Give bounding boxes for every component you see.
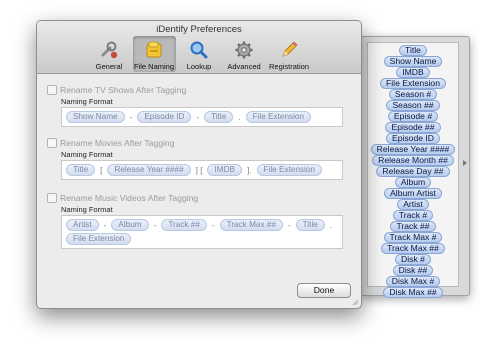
format-separator: ] [ (195, 165, 203, 175)
format-token[interactable]: Track Max ## (219, 219, 283, 231)
rename-tv-shows-label: Rename TV Shows After Tagging (60, 85, 187, 95)
magnifier-icon (190, 41, 208, 59)
tab-general[interactable]: General (88, 36, 131, 72)
palette-token[interactable]: Track # (392, 210, 434, 221)
rename-music-videos-label: Rename Music Videos After Tagging (60, 193, 199, 203)
palette-token[interactable]: Episode ID (385, 133, 441, 144)
palette-token[interactable]: Episode # (387, 111, 439, 122)
token-drawer: Title Show Name IMDB File Extension Season #… (360, 36, 470, 298)
music-videos-naming-format-field[interactable]: Artist - Album - Track ## - Track Max ## - Title… (61, 215, 343, 249)
naming-format-caption: Naming Format (61, 150, 113, 159)
rename-movies-checkbox[interactable] (47, 138, 57, 148)
tab-label: Advanced (227, 62, 261, 71)
palette-token[interactable]: File Extension (380, 78, 446, 89)
rename-movies-label: Rename Movies After Tagging (60, 138, 175, 148)
format-separator: ]. (246, 165, 252, 175)
tab-file-naming[interactable]: File Naming (132, 36, 176, 72)
preferences-window: iDentify Preferences General File Naming (36, 20, 362, 309)
format-separator: - (129, 112, 133, 122)
naming-format-caption: Naming Format (61, 97, 113, 106)
tab-lookup[interactable]: Lookup (178, 36, 221, 72)
palette-token[interactable]: IMDB (396, 67, 430, 78)
format-token[interactable]: Track ## (161, 219, 207, 231)
tab-registration[interactable]: Registration (268, 36, 311, 72)
format-separator: [ (100, 165, 103, 175)
done-button[interactable]: Done (297, 283, 351, 298)
pencil-icon (282, 41, 298, 57)
format-token[interactable]: Title (66, 164, 96, 176)
format-separator: - (287, 220, 291, 230)
folder-icon (146, 41, 162, 58)
drawer-resize-handle[interactable] (462, 42, 468, 287)
palette-token[interactable]: Artist (397, 199, 429, 210)
rename-music-videos-checkbox[interactable] (47, 193, 57, 203)
tv-naming-format-field[interactable]: Show Name - Episode ID - Title. File Extensio… (61, 107, 343, 127)
format-token[interactable]: Title (204, 111, 234, 123)
format-token[interactable]: File Extension (245, 111, 312, 123)
music-videos-section: Rename Music Videos After Tagging Naming… (47, 192, 349, 249)
palette-token[interactable]: Release Month ## (372, 155, 454, 166)
gear-icon (235, 41, 253, 59)
palette-token[interactable]: Show Name (383, 56, 443, 67)
palette-token[interactable]: Season # (388, 89, 438, 100)
palette-token[interactable]: Album Artist (384, 188, 442, 199)
tab-label: General (95, 62, 123, 71)
format-separator: . (238, 112, 241, 122)
movies-section: Rename Movies After Tagging Naming Forma… (47, 137, 349, 180)
palette-token[interactable]: Disk Max # (385, 276, 441, 287)
palette-token[interactable]: Album (394, 177, 432, 188)
wrench-icon (101, 41, 118, 59)
format-separator: - (153, 220, 157, 230)
palette-token[interactable]: Disk ## (392, 265, 434, 276)
tab-label: Registration (268, 62, 310, 71)
palette-token[interactable]: Track ## (390, 221, 436, 232)
format-token[interactable]: Album (111, 219, 149, 231)
palette-token[interactable]: Disk Max ## (383, 287, 443, 298)
format-separator: . (329, 220, 333, 230)
palette-token[interactable]: Episode ## (385, 122, 441, 133)
palette-token[interactable]: Track Max ## (381, 243, 445, 254)
format-token[interactable]: Show Name (66, 111, 125, 123)
palette-token[interactable]: Season ## (386, 100, 440, 111)
file-naming-pane: Rename TV Shows After Tagging Naming For… (37, 74, 361, 308)
format-token[interactable]: File Extension (66, 233, 132, 245)
palette-token[interactable]: Track Max # (383, 232, 443, 243)
format-token[interactable]: File Extension (256, 164, 322, 176)
palette-token[interactable]: Release Year #### (370, 144, 456, 155)
preferences-toolbar: General File Naming Lookup Advanced Regi… (37, 36, 361, 72)
tab-label: Lookup (186, 62, 212, 71)
format-token[interactable]: Artist (66, 219, 99, 231)
tab-label: File Naming (133, 62, 174, 71)
token-palette: Title Show Name IMDB File Extension Season #… (367, 42, 459, 298)
rename-tv-shows-checkbox[interactable] (47, 85, 57, 95)
naming-format-caption: Naming Format (61, 205, 113, 214)
tv-shows-section: Rename TV Shows After Tagging Naming For… (47, 84, 349, 127)
titlebar: iDentify Preferences General File Naming (37, 21, 361, 74)
resize-grip-icon[interactable] (352, 299, 359, 306)
format-token[interactable]: Episode ID (137, 111, 192, 123)
palette-token[interactable]: Release Day ## (376, 166, 450, 177)
movies-naming-format-field[interactable]: Title [ Release Year #### ] [ IMDB]. File Ext… (61, 160, 343, 180)
tab-advanced[interactable]: Advanced (223, 36, 266, 72)
format-token[interactable]: Release Year #### (107, 164, 191, 176)
format-separator: - (196, 112, 200, 122)
palette-token[interactable]: Disk # (395, 254, 431, 265)
palette-token[interactable]: Title (399, 45, 427, 56)
window-title: iDentify Preferences (156, 24, 242, 35)
format-separator: - (211, 220, 215, 230)
format-token[interactable]: IMDB (207, 164, 242, 176)
format-separator: - (103, 220, 107, 230)
format-token[interactable]: Title (295, 219, 325, 231)
